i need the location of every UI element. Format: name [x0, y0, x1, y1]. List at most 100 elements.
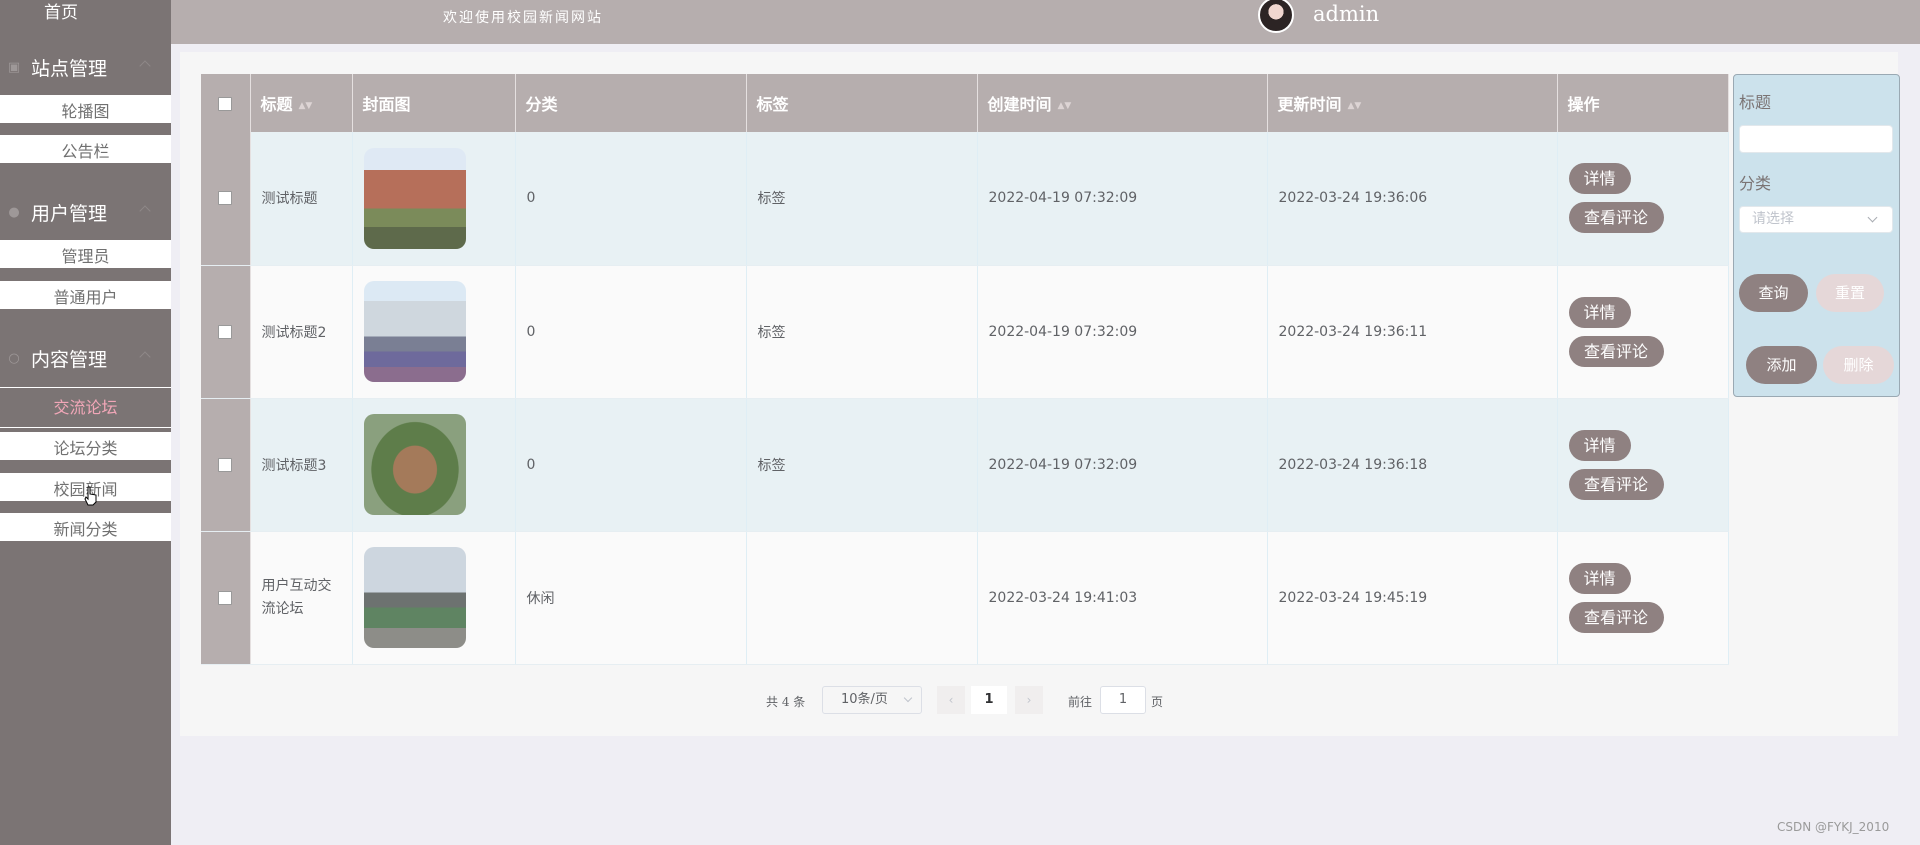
cover-image[interactable]	[363, 147, 466, 249]
column-header-tag: 标签	[746, 74, 978, 132]
column-header-actions: 操作	[1557, 74, 1729, 132]
sidebar-item-news-category[interactable]: 新闻分类	[0, 513, 171, 547]
title-search-input[interactable]	[1739, 125, 1893, 153]
sidebar-group-users[interactable]: ● 用户管理	[0, 191, 171, 233]
sidebar-home[interactable]: 首页	[0, 0, 122, 26]
title-label: 标题	[1739, 93, 1772, 112]
table-header-row: 标题 ▲▼ 封面图 分类 标签 创建时间 ▲▼ 更新时间 ▲▼ 操作	[201, 74, 1729, 132]
data-table: 标题 ▲▼ 封面图 分类 标签 创建时间 ▲▼ 更新时间 ▲▼ 操作 测试标题 0 标…	[201, 74, 1729, 665]
cover-image[interactable]	[363, 547, 466, 648]
table-row: 测试标题2 0 标签 2022-04-19 07:32:09 2022-03-2…	[201, 265, 1729, 399]
pagination-total: 共 4 条	[766, 695, 806, 709]
page-number-current[interactable]: 1	[971, 686, 1007, 714]
cell-tag: 标签	[746, 398, 978, 532]
cell-updated: 2022-03-24 19:36:06	[1267, 132, 1558, 266]
cell-category: 0	[515, 132, 747, 266]
sort-icon[interactable]: ▲▼	[1348, 101, 1362, 111]
cell-title: 用户互动交流论坛	[250, 531, 353, 665]
avatar[interactable]	[1258, 0, 1294, 33]
row-checkbox[interactable]	[218, 324, 233, 339]
cell-created: 2022-04-19 07:32:09	[977, 265, 1268, 399]
detail-button[interactable]: 详情	[1568, 163, 1631, 195]
cell-category: 0	[515, 265, 747, 399]
view-comments-button[interactable]: 查看评论	[1568, 468, 1664, 500]
cell-tag: 标签	[746, 132, 978, 266]
username[interactable]: admin	[1313, 2, 1379, 26]
cell-created: 2022-03-24 19:41:03	[977, 531, 1268, 665]
view-comments-button[interactable]: 查看评论	[1568, 601, 1664, 633]
goto-label: 前往	[1068, 695, 1093, 709]
sidebar-group-label: 内容管理	[31, 348, 108, 371]
column-header-created[interactable]: 创建时间 ▲▼	[977, 74, 1268, 132]
column-header-updated[interactable]: 更新时间 ▲▼	[1267, 74, 1558, 132]
category-select[interactable]: 请选择	[1739, 206, 1893, 233]
column-header-category: 分类	[515, 74, 747, 132]
sidebar-group-site[interactable]: ▣ 站点管理	[0, 46, 171, 88]
sidebar-item-users[interactable]: 普通用户	[0, 281, 171, 315]
chat-icon: ○	[8, 350, 20, 366]
row-checkbox[interactable]	[218, 191, 233, 206]
reset-button[interactable]: 重置	[1816, 274, 1884, 312]
prev-page-button[interactable]: ‹	[937, 686, 965, 714]
chevron-up-icon	[139, 205, 151, 217]
cell-category: 0	[515, 398, 747, 532]
add-button[interactable]: 添加	[1746, 346, 1817, 384]
sidebar: 首页 ▣ 站点管理 轮播图 公告栏 ● 用户管理 管理员 普通用户 ○ 内容管理…	[0, 0, 171, 845]
cell-created: 2022-04-19 07:32:09	[977, 398, 1268, 532]
top-header: 欢迎使用校园新闻网站 admin	[171, 0, 1920, 44]
search-panel: 标题 分类 请选择 查询 重置 添加 删除	[1733, 74, 1900, 397]
table-row: 测试标题 0 标签 2022-04-19 07:32:09 2022-03-24…	[201, 132, 1729, 266]
hand-cursor-icon	[84, 486, 97, 506]
sort-icon[interactable]: ▲▼	[1058, 101, 1072, 111]
chevron-down-icon	[903, 693, 913, 703]
sidebar-group-label: 用户管理	[31, 202, 108, 225]
user-icon: ●	[8, 204, 20, 220]
sidebar-group-label: 站点管理	[31, 57, 108, 80]
cell-created: 2022-04-19 07:32:09	[977, 132, 1268, 266]
cell-updated: 2022-03-24 19:45:19	[1267, 531, 1558, 665]
sort-icon[interactable]: ▲▼	[299, 101, 313, 111]
next-page-button[interactable]: ›	[1015, 686, 1043, 714]
detail-button[interactable]: 详情	[1568, 562, 1631, 594]
column-header-cover: 封面图	[352, 74, 516, 132]
column-header-title[interactable]: 标题 ▲▼	[250, 74, 353, 132]
welcome-text: 欢迎使用校园新闻网站	[443, 10, 603, 26]
sidebar-item-admin[interactable]: 管理员	[0, 240, 171, 274]
chevron-up-icon	[139, 60, 151, 72]
sidebar-group-content[interactable]: ○ 内容管理	[0, 337, 171, 379]
cover-image[interactable]	[363, 414, 466, 515]
sidebar-item-carousel[interactable]: 轮播图	[0, 95, 171, 129]
table-row: 用户互动交流论坛 休闲 2022-03-24 19:41:03 2022-03-…	[201, 531, 1729, 665]
page-size-select[interactable]: 10条/页	[822, 686, 922, 714]
cell-title: 测试标题3	[250, 398, 353, 532]
cell-title: 测试标题2	[250, 265, 353, 399]
monitor-icon: ▣	[7, 59, 21, 75]
cell-updated: 2022-03-24 19:36:11	[1267, 265, 1558, 399]
detail-button[interactable]: 详情	[1568, 429, 1631, 461]
table-row: 测试标题3 0 标签 2022-04-19 07:32:09 2022-03-2…	[201, 398, 1729, 532]
row-checkbox[interactable]	[218, 590, 233, 605]
query-button[interactable]: 查询	[1739, 274, 1808, 312]
view-comments-button[interactable]: 查看评论	[1568, 335, 1664, 367]
select-all-checkbox[interactable]	[218, 97, 233, 111]
detail-button[interactable]: 详情	[1568, 296, 1631, 328]
chevron-up-icon	[139, 351, 151, 363]
page-suffix-label: 页	[1151, 695, 1164, 709]
chevron-down-icon	[1867, 212, 1878, 223]
view-comments-button[interactable]: 查看评论	[1568, 202, 1664, 234]
cell-tag: 标签	[746, 265, 978, 399]
cover-image[interactable]	[363, 281, 466, 382]
goto-page-input[interactable]: 1	[1100, 686, 1146, 714]
sidebar-item-forum[interactable]: 交流论坛	[0, 387, 171, 428]
sidebar-item-forum-category[interactable]: 论坛分类	[0, 432, 171, 466]
watermark: CSDN @FYKJ_2010	[1777, 820, 1890, 834]
sidebar-item-notice[interactable]: 公告栏	[0, 135, 171, 169]
category-label: 分类	[1739, 174, 1772, 193]
cell-category: 休闲	[515, 531, 747, 665]
cell-tag	[746, 531, 978, 665]
row-checkbox[interactable]	[218, 457, 233, 472]
select-all-checkbox-cell	[201, 74, 251, 132]
delete-button[interactable]: 删除	[1823, 346, 1894, 384]
cell-title: 测试标题	[250, 132, 353, 266]
cell-updated: 2022-03-24 19:36:18	[1267, 398, 1558, 532]
